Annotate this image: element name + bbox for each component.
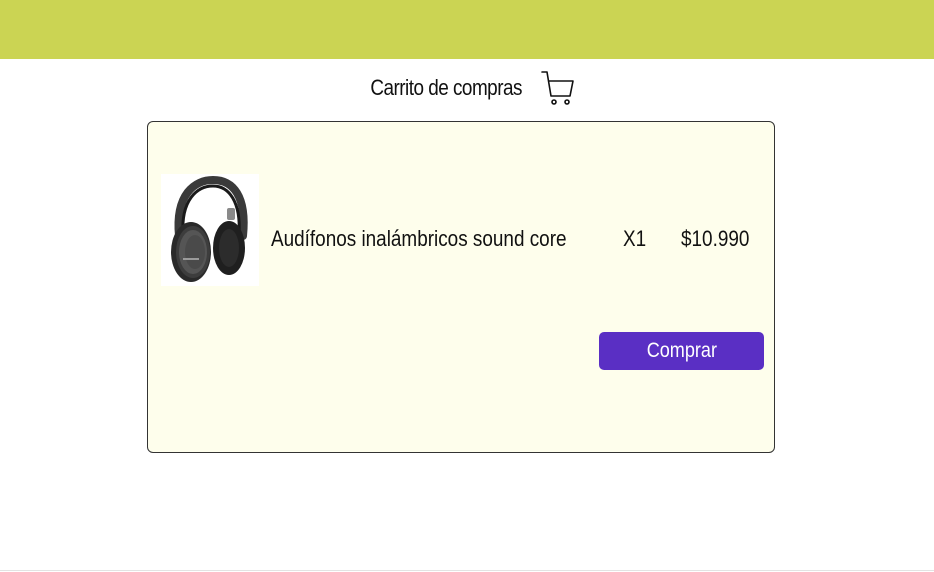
cart-icon[interactable] xyxy=(540,68,576,108)
buy-button[interactable]: Comprar xyxy=(599,332,764,370)
product-quantity: X1 xyxy=(623,226,647,251)
product-name: Audífonos inalámbricos sound core xyxy=(271,226,567,251)
top-bar xyxy=(0,0,934,59)
headphones-image xyxy=(161,174,259,286)
cart-heading: Carrito de compras xyxy=(0,68,934,108)
product-price: $10.990 xyxy=(681,226,750,251)
buy-button-label: Comprar xyxy=(646,339,717,362)
divider xyxy=(0,570,934,571)
cart-panel: Audífonos inalámbricos sound core X1 $10… xyxy=(147,121,775,453)
page-title: Carrito de compras xyxy=(370,75,522,100)
